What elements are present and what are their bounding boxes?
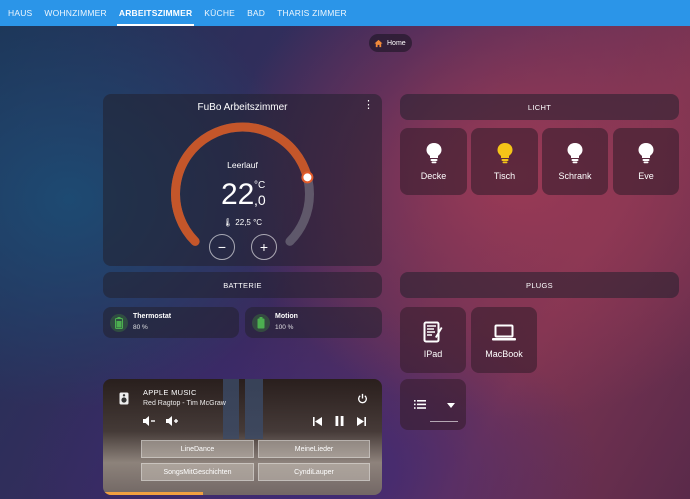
tab-arbeitszimmer[interactable]: ARBEITSZIMMER — [113, 0, 198, 26]
top-nav-bar: HAUS WOHNZIMMER ARBEITSZIMMER KÜCHE BAD … — [0, 0, 690, 26]
target-temperature-decimal: ,0 — [254, 192, 266, 208]
plugs-header-label: PLUGS — [526, 280, 553, 290]
tab-wohnzimmer[interactable]: WOHNZIMMER — [38, 0, 112, 26]
licht-header-label: LICHT — [527, 102, 552, 112]
battery-card-motion[interactable]: Motion 100 % — [245, 307, 382, 338]
plugs-header: PLUGS — [400, 272, 679, 298]
light-label: Eve — [638, 171, 654, 181]
battery-name: Thermostat — [133, 313, 172, 320]
playlist-button-cyndilauper[interactable]: CyndiLauper — [258, 463, 370, 481]
light-tile-schrank[interactable]: Schrank — [542, 128, 608, 195]
light-tile-tisch[interactable]: Tisch — [471, 128, 538, 195]
album-art-figure — [223, 379, 263, 439]
plug-tile-ipad[interactable]: IPad — [400, 307, 466, 373]
light-label: Schrank — [558, 171, 592, 181]
dropdown-arrow-icon[interactable] — [447, 403, 455, 408]
media-title: APPLE MUSIC — [143, 388, 197, 397]
current-temperature: 🌡 22,5 °C — [103, 218, 382, 227]
temperature-unit: °C — [254, 180, 266, 191]
lightbulb-icon — [638, 143, 654, 164]
volume-up-icon[interactable] — [166, 416, 178, 426]
select-underline — [430, 421, 458, 422]
list-icon — [414, 400, 426, 409]
laptop-icon — [492, 324, 516, 341]
media-subtitle: Red Ragtop - Tim McGraw — [143, 400, 226, 407]
lightbulb-icon — [426, 143, 441, 164]
decrease-temp-button[interactable]: − — [209, 234, 235, 260]
tab-bad[interactable]: BAD — [241, 0, 271, 26]
plug-tile-macbook[interactable]: MacBook — [471, 307, 537, 373]
battery-value: 80 % — [133, 324, 148, 331]
previous-track-icon[interactable] — [313, 417, 322, 426]
volume-down-icon[interactable] — [143, 416, 155, 426]
ipad-icon — [423, 321, 443, 343]
batterie-header: BATTERIE — [103, 272, 382, 298]
plug-label: MacBook — [485, 349, 523, 359]
current-temperature-value: 22,5 °C — [235, 218, 263, 227]
breadcrumb[interactable]: Home — [369, 34, 412, 52]
target-temperature: 22 — [221, 178, 255, 211]
media-player-card: APPLE MUSIC Red Ragtop - Tim McGraw Line… — [103, 379, 382, 495]
light-label: Decke — [420, 171, 447, 181]
battery-name: Motion — [275, 313, 298, 320]
speaker-icon — [119, 392, 129, 405]
thermostat-card: FuBo Arbeitszimmer ⋮ Leerlauf 22 °C ,0 🌡… — [103, 94, 382, 266]
battery-icon — [252, 314, 270, 332]
battery-value: 100 % — [275, 324, 294, 331]
tab-haus[interactable]: HAUS — [2, 0, 38, 26]
tab-tharis-zimmer[interactable]: THARIS ZIMMER — [271, 0, 353, 26]
playlist-button-meinelieder[interactable]: MeineLieder — [258, 440, 370, 458]
next-track-icon[interactable] — [357, 417, 366, 426]
tab-kueche[interactable]: KÜCHE — [198, 0, 241, 26]
media-progress-bar[interactable] — [103, 492, 204, 495]
battery-card-thermostat[interactable]: Thermostat 80 % — [103, 307, 239, 338]
home-icon — [374, 39, 383, 47]
light-tile-eve[interactable]: Eve — [613, 128, 679, 195]
batterie-header-label: BATTERIE — [223, 280, 262, 290]
plug-label: IPad — [423, 349, 443, 359]
playlist-button-linedance[interactable]: LineDance — [141, 440, 254, 458]
thermometer-icon: 🌡 — [222, 218, 234, 227]
thermostat-knob — [301, 171, 314, 184]
lightbulb-icon — [567, 143, 583, 164]
light-label: Tisch — [493, 171, 516, 181]
licht-header: LICHT — [400, 94, 679, 120]
light-tile-decke[interactable]: Decke — [400, 128, 467, 195]
thermostat-state: Leerlauf — [227, 160, 258, 170]
increase-temp-button[interactable]: + — [251, 234, 277, 260]
lightbulb-icon — [497, 143, 512, 164]
battery-icon — [110, 314, 128, 332]
input-select-tile[interactable] — [400, 379, 466, 430]
breadcrumb-label: Home — [387, 39, 406, 47]
power-icon[interactable] — [357, 393, 368, 404]
pause-icon[interactable] — [335, 416, 344, 426]
playlist-button-songsmitgeschichten[interactable]: SongsMitGeschichten — [141, 463, 254, 481]
